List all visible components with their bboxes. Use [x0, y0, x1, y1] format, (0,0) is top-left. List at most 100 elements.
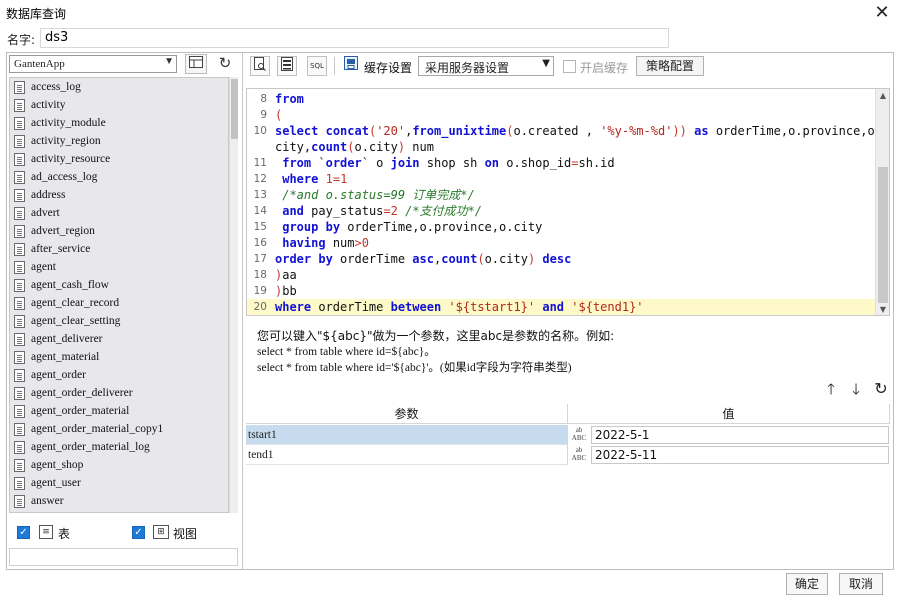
code-text: city,count(o.city) num — [275, 140, 434, 154]
code-line[interactable]: 11 from `order` o join shop sh on o.shop… — [247, 155, 875, 171]
table-list-item[interactable]: agent_clear_record — [10, 294, 228, 312]
enable-cache-label: 开启缓存 — [580, 61, 629, 75]
code-line[interactable]: 12 where 1=1 — [247, 171, 875, 187]
code-line[interactable]: 13 /*and o.status=99 订单完成*/ — [247, 187, 875, 203]
table-list-item[interactable]: address — [10, 186, 228, 204]
refresh-params-icon[interactable]: ↻ — [872, 380, 890, 398]
code-line[interactable]: 17 order by orderTime asc,count(o.city) d… — [247, 251, 875, 267]
table-list-item[interactable]: agent — [10, 258, 228, 276]
table-list-item[interactable]: advert — [10, 204, 228, 222]
table-list-item[interactable]: agent_order_material — [10, 402, 228, 420]
table-icon — [14, 170, 25, 184]
table-list-item[interactable]: activity_module — [10, 114, 228, 132]
ok-button[interactable]: 确定 — [786, 573, 828, 595]
close-icon[interactable]: ✕ — [872, 3, 892, 23]
code-line[interactable]: 18)aa — [247, 267, 875, 283]
sql-icon[interactable]: SQL — [307, 56, 327, 76]
text-type-icon[interactable]: ab ABC — [568, 446, 590, 464]
table-list-item[interactable]: agent_order — [10, 366, 228, 384]
table-name: activity_resource — [31, 153, 111, 165]
param-value-input[interactable]: 2022-5-1 — [591, 426, 889, 444]
table-browser-icon[interactable] — [185, 54, 207, 74]
param-name[interactable]: tstart1 — [246, 425, 568, 445]
table-name: agent_order_deliverer — [31, 387, 133, 399]
table-list-item[interactable]: activity — [10, 96, 228, 114]
strategy-config-button[interactable]: 策略配置 — [636, 56, 704, 76]
line-number: 19 — [253, 285, 267, 297]
code-text: where 1=1 — [282, 172, 348, 186]
table-list-scrollbar[interactable] — [229, 77, 238, 513]
table-list-item[interactable]: ad_access_log — [10, 168, 228, 186]
param-value-input[interactable]: 2022-5-11 — [591, 446, 889, 464]
editor-scrollbar[interactable]: ▲ ▼ — [875, 89, 889, 315]
param-value-header[interactable]: 值 — [568, 404, 890, 424]
code-text: )bb — [275, 284, 297, 298]
table-list-item[interactable]: advert_region — [10, 222, 228, 240]
move-up-icon[interactable]: 🡑 — [822, 380, 840, 398]
table-list-item[interactable]: activity_region — [10, 132, 228, 150]
preview-icon[interactable] — [250, 56, 270, 76]
table-icon — [14, 116, 25, 130]
table-list-item[interactable]: agent_cash_flow — [10, 276, 228, 294]
table-icon — [14, 80, 25, 94]
table-icon — [14, 224, 25, 238]
code-line[interactable]: 20 where orderTime between '${tstart1}' a… — [247, 299, 875, 315]
refresh-icon[interactable]: ↻ — [214, 54, 236, 74]
table-list-item[interactable]: access_log — [10, 78, 228, 96]
name-input[interactable]: ds3 — [40, 28, 669, 48]
code-line[interactable]: 10 select concat('20',from_unixtime(o.cre… — [247, 123, 882, 139]
window-title: 数据库查询 — [6, 7, 67, 21]
cancel-button[interactable]: 取消 — [839, 573, 883, 595]
table-name: activity_region — [31, 135, 101, 147]
text-type-icon[interactable]: ab ABC — [568, 426, 590, 444]
table-list-item[interactable]: after_service — [10, 240, 228, 258]
param-hint: 您可以键入"${abc}"做为一个参数，这里abc是参数的名称。例如: sele… — [257, 328, 614, 376]
code-line[interactable]: city,count(o.city) num — [247, 139, 875, 155]
chevron-down-icon: ▼ — [542, 58, 550, 69]
datasource-select[interactable]: GantenApp ▼ — [9, 55, 177, 73]
table-list-item[interactable]: agent_order_material_copy1 — [10, 420, 228, 438]
table-list-item[interactable]: activity_resource — [10, 150, 228, 168]
cache-settings-label: 缓存设置 — [364, 61, 413, 75]
code-text: from `order` o join shop sh on o.shop_id… — [282, 156, 615, 170]
param-row[interactable]: tstart1 ab ABC 2022-5-1 — [246, 425, 890, 445]
enable-cache-checkbox[interactable] — [563, 60, 576, 73]
scroll-down-icon[interactable]: ▼ — [877, 304, 889, 315]
scrollbar-thumb[interactable] — [878, 167, 888, 303]
params-table: 参数 值 tstart1 ab ABC 2022-5-1 tend1 ab ABC 2022-… — [246, 404, 890, 570]
scroll-up-icon[interactable]: ▲ — [877, 90, 889, 102]
database-icon[interactable] — [277, 56, 297, 76]
cache-settings-icon[interactable] — [341, 56, 361, 76]
code-line[interactable]: 16 having num>0 — [247, 235, 875, 251]
scrollbar-thumb[interactable] — [231, 79, 238, 139]
table-icon — [14, 440, 25, 454]
table-list-item[interactable]: answer — [10, 492, 228, 510]
table-checkbox[interactable]: ✓ — [17, 526, 30, 539]
view-type-icon: ⊞ — [153, 525, 169, 539]
table-list-item[interactable]: agent_deliverer — [10, 330, 228, 348]
code-line[interactable]: 9( — [247, 107, 875, 123]
code-line[interactable]: 8 from — [247, 91, 875, 107]
move-down-icon[interactable]: 🡓 — [847, 380, 865, 398]
table-filter-input[interactable] — [9, 548, 238, 566]
table-list-item[interactable]: agent_order_deliverer — [10, 384, 228, 402]
table-icon — [14, 314, 25, 328]
param-name-header[interactable]: 参数 — [246, 404, 568, 424]
code-line[interactable]: 19 )bb — [247, 283, 875, 299]
line-number: 13 — [253, 189, 267, 201]
code-line[interactable]: 15 group by orderTime,o.province,o.city — [247, 219, 875, 235]
code-line[interactable]: 14 and pay_status=2 /*支付成功*/ — [247, 203, 875, 219]
param-name[interactable]: tend1 — [246, 445, 568, 465]
table-icon — [14, 188, 25, 202]
table-list-item[interactable]: agent_user — [10, 474, 228, 492]
table-list-item[interactable]: agent_clear_setting — [10, 312, 228, 330]
table-list-item[interactable]: agent_material — [10, 348, 228, 366]
table-icon — [14, 260, 25, 274]
table-list-item[interactable]: agent_order_material_log — [10, 438, 228, 456]
view-checkbox[interactable]: ✓ — [132, 526, 145, 539]
sql-editor[interactable]: 8 from 9(10 select concat('20',from_unixtim… — [246, 88, 890, 316]
table-name: after_service — [31, 243, 91, 255]
param-row[interactable]: tend1 ab ABC 2022-5-11 — [246, 445, 890, 465]
table-list-item[interactable]: agent_shop — [10, 456, 228, 474]
server-setting-select[interactable]: 采用服务器设置 ▼ — [418, 56, 554, 76]
